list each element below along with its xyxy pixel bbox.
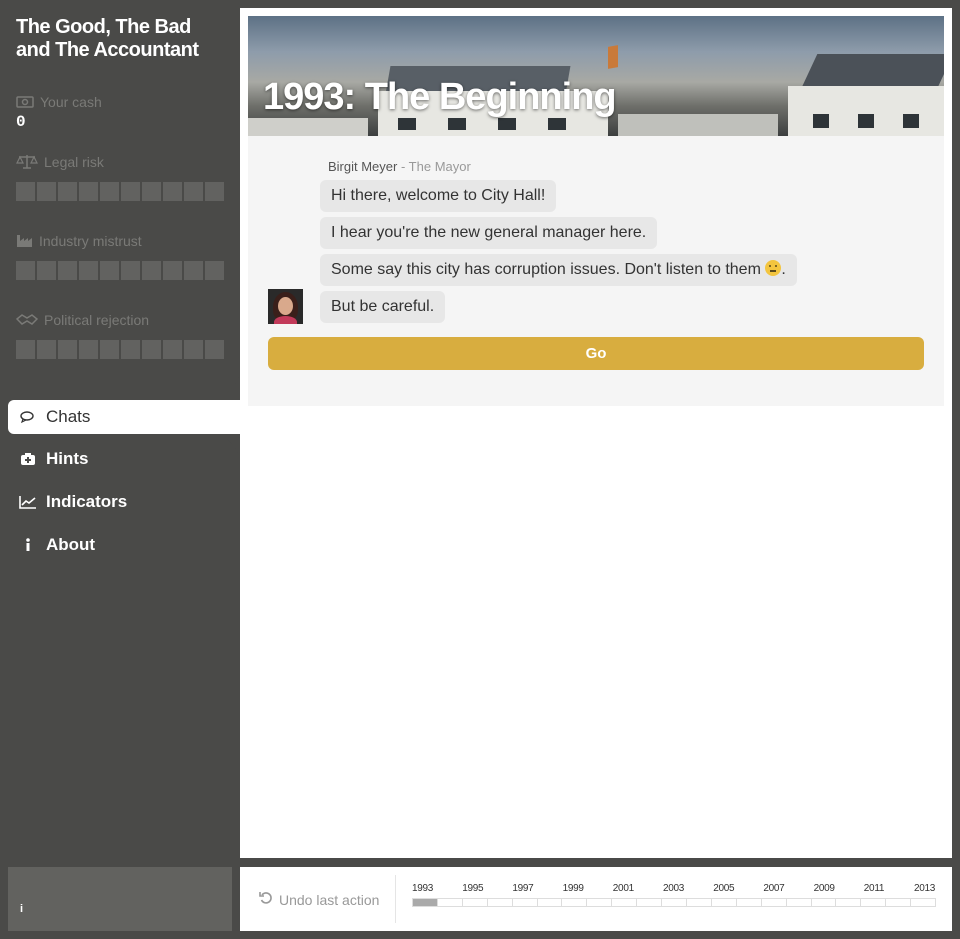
nav-item-indicators[interactable]: Indicators [18, 491, 127, 513]
chart-icon [18, 495, 38, 509]
timeline-year-label: 1993 [412, 883, 434, 894]
avatar [268, 289, 303, 324]
timeline-year-label: 2005 [713, 883, 735, 894]
game-title-line2: and The Accountant [16, 39, 199, 61]
timeline-segment [587, 899, 613, 906]
timeline-year-label: 2011 [863, 883, 885, 894]
undo-label: Undo last action [279, 891, 380, 908]
timeline-segment [836, 899, 862, 906]
chat-message: But be careful. [320, 291, 446, 323]
timeline-segment [712, 899, 737, 906]
timeline-year-label: 2013 [914, 883, 936, 894]
timeline-segment [787, 899, 812, 906]
sidebar: The Good, The Bad and The Accountant You… [0, 0, 240, 939]
timeline-segment [612, 899, 638, 906]
industry-mistrust-text: Industry mistrust [39, 233, 142, 249]
timeline-years: 1993 1995 1997 1999 2001 2003 2005 2007 2009 2011… [412, 883, 936, 895]
industry-mistrust-meter [16, 261, 224, 280]
chat-message: Hi there, welcome to City Hall! [320, 180, 557, 212]
timeline-segment [687, 899, 712, 906]
speaker-role: - The Mayor [397, 159, 471, 174]
chat-panel: Birgit Meyer - The Mayor Hi there, welco… [248, 136, 944, 406]
nav-item-indicators-label: Indicators [46, 492, 128, 511]
main-content: 1993: The Beginning Birgit Meyer - The M… [240, 8, 952, 858]
timeline-segment [886, 899, 912, 906]
cash-label-text: Your cash [40, 94, 102, 110]
timeline-segment [463, 899, 488, 906]
chat-message: I hear you're the new general manager he… [320, 217, 658, 249]
timeline-segment [413, 899, 438, 906]
cash-value: 0 [16, 113, 26, 131]
chapter-banner: 1993: The Beginning [248, 16, 944, 136]
speaker-header: Birgit Meyer - The Mayor [328, 159, 471, 174]
speaker-name: Birgit Meyer [328, 159, 398, 174]
timeline-segment [513, 899, 538, 906]
timeline-segment [662, 899, 687, 906]
hint-icon [18, 452, 38, 466]
nav-item-about-label: About [46, 535, 96, 554]
worried-face-icon [765, 260, 782, 276]
factory-icon [16, 234, 33, 248]
timeline-segment [861, 899, 887, 906]
timeline-progress [412, 898, 936, 907]
nav-item-hints-label: Hints [46, 449, 89, 468]
timeline-year-label: 1999 [562, 883, 584, 894]
timeline-year-label: 1997 [512, 883, 534, 894]
timeline-segment [737, 899, 762, 906]
info-icon [18, 538, 38, 552]
timeline-segment [488, 899, 513, 906]
timeline-segment [538, 899, 563, 906]
industry-mistrust-label: Industry mistrust [16, 233, 142, 249]
footer-info-icon[interactable]: i [20, 903, 23, 915]
timeline-segment [911, 899, 935, 906]
go-button[interactable]: Go [268, 337, 924, 370]
cash-label: Your cash [16, 94, 102, 110]
nav-item-chats-label: Chats [46, 407, 91, 426]
timeline-segment [812, 899, 837, 906]
timeline-segment [762, 899, 787, 906]
timeline-year-label: 1995 [462, 883, 484, 894]
timeline-year-label: 2009 [813, 883, 835, 894]
legal-risk-text: Legal risk [44, 154, 104, 170]
bottom-bar: Undo last action 1993 1995 1997 1999 2001 200… [240, 867, 952, 931]
chat-message: Some say this city has corruption issues… [320, 254, 797, 286]
timeline-year-label: 2003 [663, 883, 685, 894]
timeline-segment [637, 899, 663, 906]
chat-message-text: Some say this city has corruption issues… [331, 261, 761, 278]
undo-icon [259, 891, 273, 908]
legal-risk-meter [16, 182, 224, 201]
nav-item-chats[interactable]: Chats [8, 400, 240, 434]
handshake-icon [16, 313, 38, 327]
legal-risk-label: Legal risk [16, 154, 104, 170]
chapter-title: 1993: The Beginning [263, 76, 617, 118]
timeline-year-label: 2001 [612, 883, 634, 894]
sidebar-footer: i [8, 867, 232, 931]
undo-button[interactable]: Undo last action [259, 891, 379, 908]
divider [395, 875, 396, 923]
timeline-segment [562, 899, 588, 906]
scales-icon [16, 154, 38, 170]
game-title: The Good, The Bad and The Accountant [16, 16, 199, 62]
chat-message-suffix: . [781, 261, 786, 278]
political-rejection-meter [16, 340, 224, 359]
timeline-segment [438, 899, 463, 906]
money-icon [16, 95, 34, 109]
political-rejection-label: Political rejection [16, 312, 149, 328]
game-title-line1: The Good, The Bad [16, 16, 191, 38]
nav-item-hints[interactable]: Hints [18, 448, 89, 470]
timeline-year-label: 2007 [763, 883, 785, 894]
nav-item-about[interactable]: About [18, 534, 95, 556]
political-rejection-text: Political rejection [44, 312, 150, 328]
chat-icon [18, 410, 38, 424]
